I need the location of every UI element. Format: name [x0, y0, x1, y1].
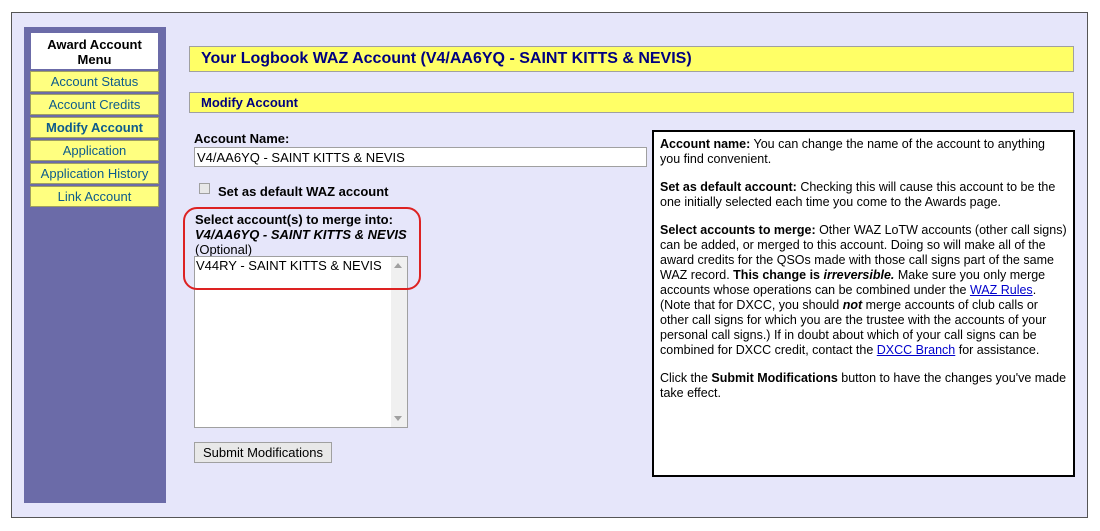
- help-account-name: Account name: You can change the name of…: [660, 137, 1067, 167]
- help-text: for assistance.: [955, 343, 1040, 357]
- menu-item-account-status[interactable]: Account Status: [30, 71, 159, 92]
- merge-highlight-annotation: [183, 207, 421, 290]
- help-text: Click the: [660, 371, 712, 385]
- help-heading: Set as default account:: [660, 180, 797, 194]
- account-name-label: Account Name:: [194, 131, 290, 146]
- scroll-down-icon[interactable]: [394, 416, 402, 421]
- default-account-checkbox[interactable]: [199, 183, 210, 194]
- dxcc-branch-link[interactable]: DXCC Branch: [877, 343, 956, 357]
- menu-item-modify-account[interactable]: Modify Account: [30, 117, 159, 138]
- help-heading: Account name:: [660, 137, 751, 151]
- help-emphasis: Submit Modifications: [711, 371, 838, 385]
- help-emphasis-italic: irreversible.: [823, 268, 895, 282]
- page-title: Your Logbook WAZ Account (V4/AA6YQ - SAI…: [189, 46, 1074, 72]
- waz-rules-link[interactable]: WAZ Rules: [970, 283, 1033, 297]
- submit-modifications-button[interactable]: Submit Modifications: [194, 442, 332, 463]
- help-submit: Click the Submit Modifications button to…: [660, 371, 1067, 401]
- menu-item-link-account[interactable]: Link Account: [30, 186, 159, 207]
- menu-item-application[interactable]: Application: [30, 140, 159, 161]
- menu-title: Award Account Menu: [30, 32, 159, 70]
- help-emphasis-not: not: [842, 298, 863, 312]
- menu-item-application-history[interactable]: Application History: [30, 163, 159, 184]
- menu-item-account-credits[interactable]: Account Credits: [30, 94, 159, 115]
- help-heading: Select accounts to merge:: [660, 223, 816, 237]
- help-emphasis: This change is: [733, 268, 824, 282]
- help-merge-accounts: Select accounts to merge: Other WAZ LoTW…: [660, 223, 1067, 358]
- account-name-input[interactable]: [194, 147, 647, 167]
- section-title: Modify Account: [189, 92, 1074, 113]
- help-default-account: Set as default account: Checking this wi…: [660, 180, 1067, 210]
- help-panel: Account name: You can change the name of…: [652, 130, 1075, 477]
- default-account-label: Set as default WAZ account: [218, 184, 389, 199]
